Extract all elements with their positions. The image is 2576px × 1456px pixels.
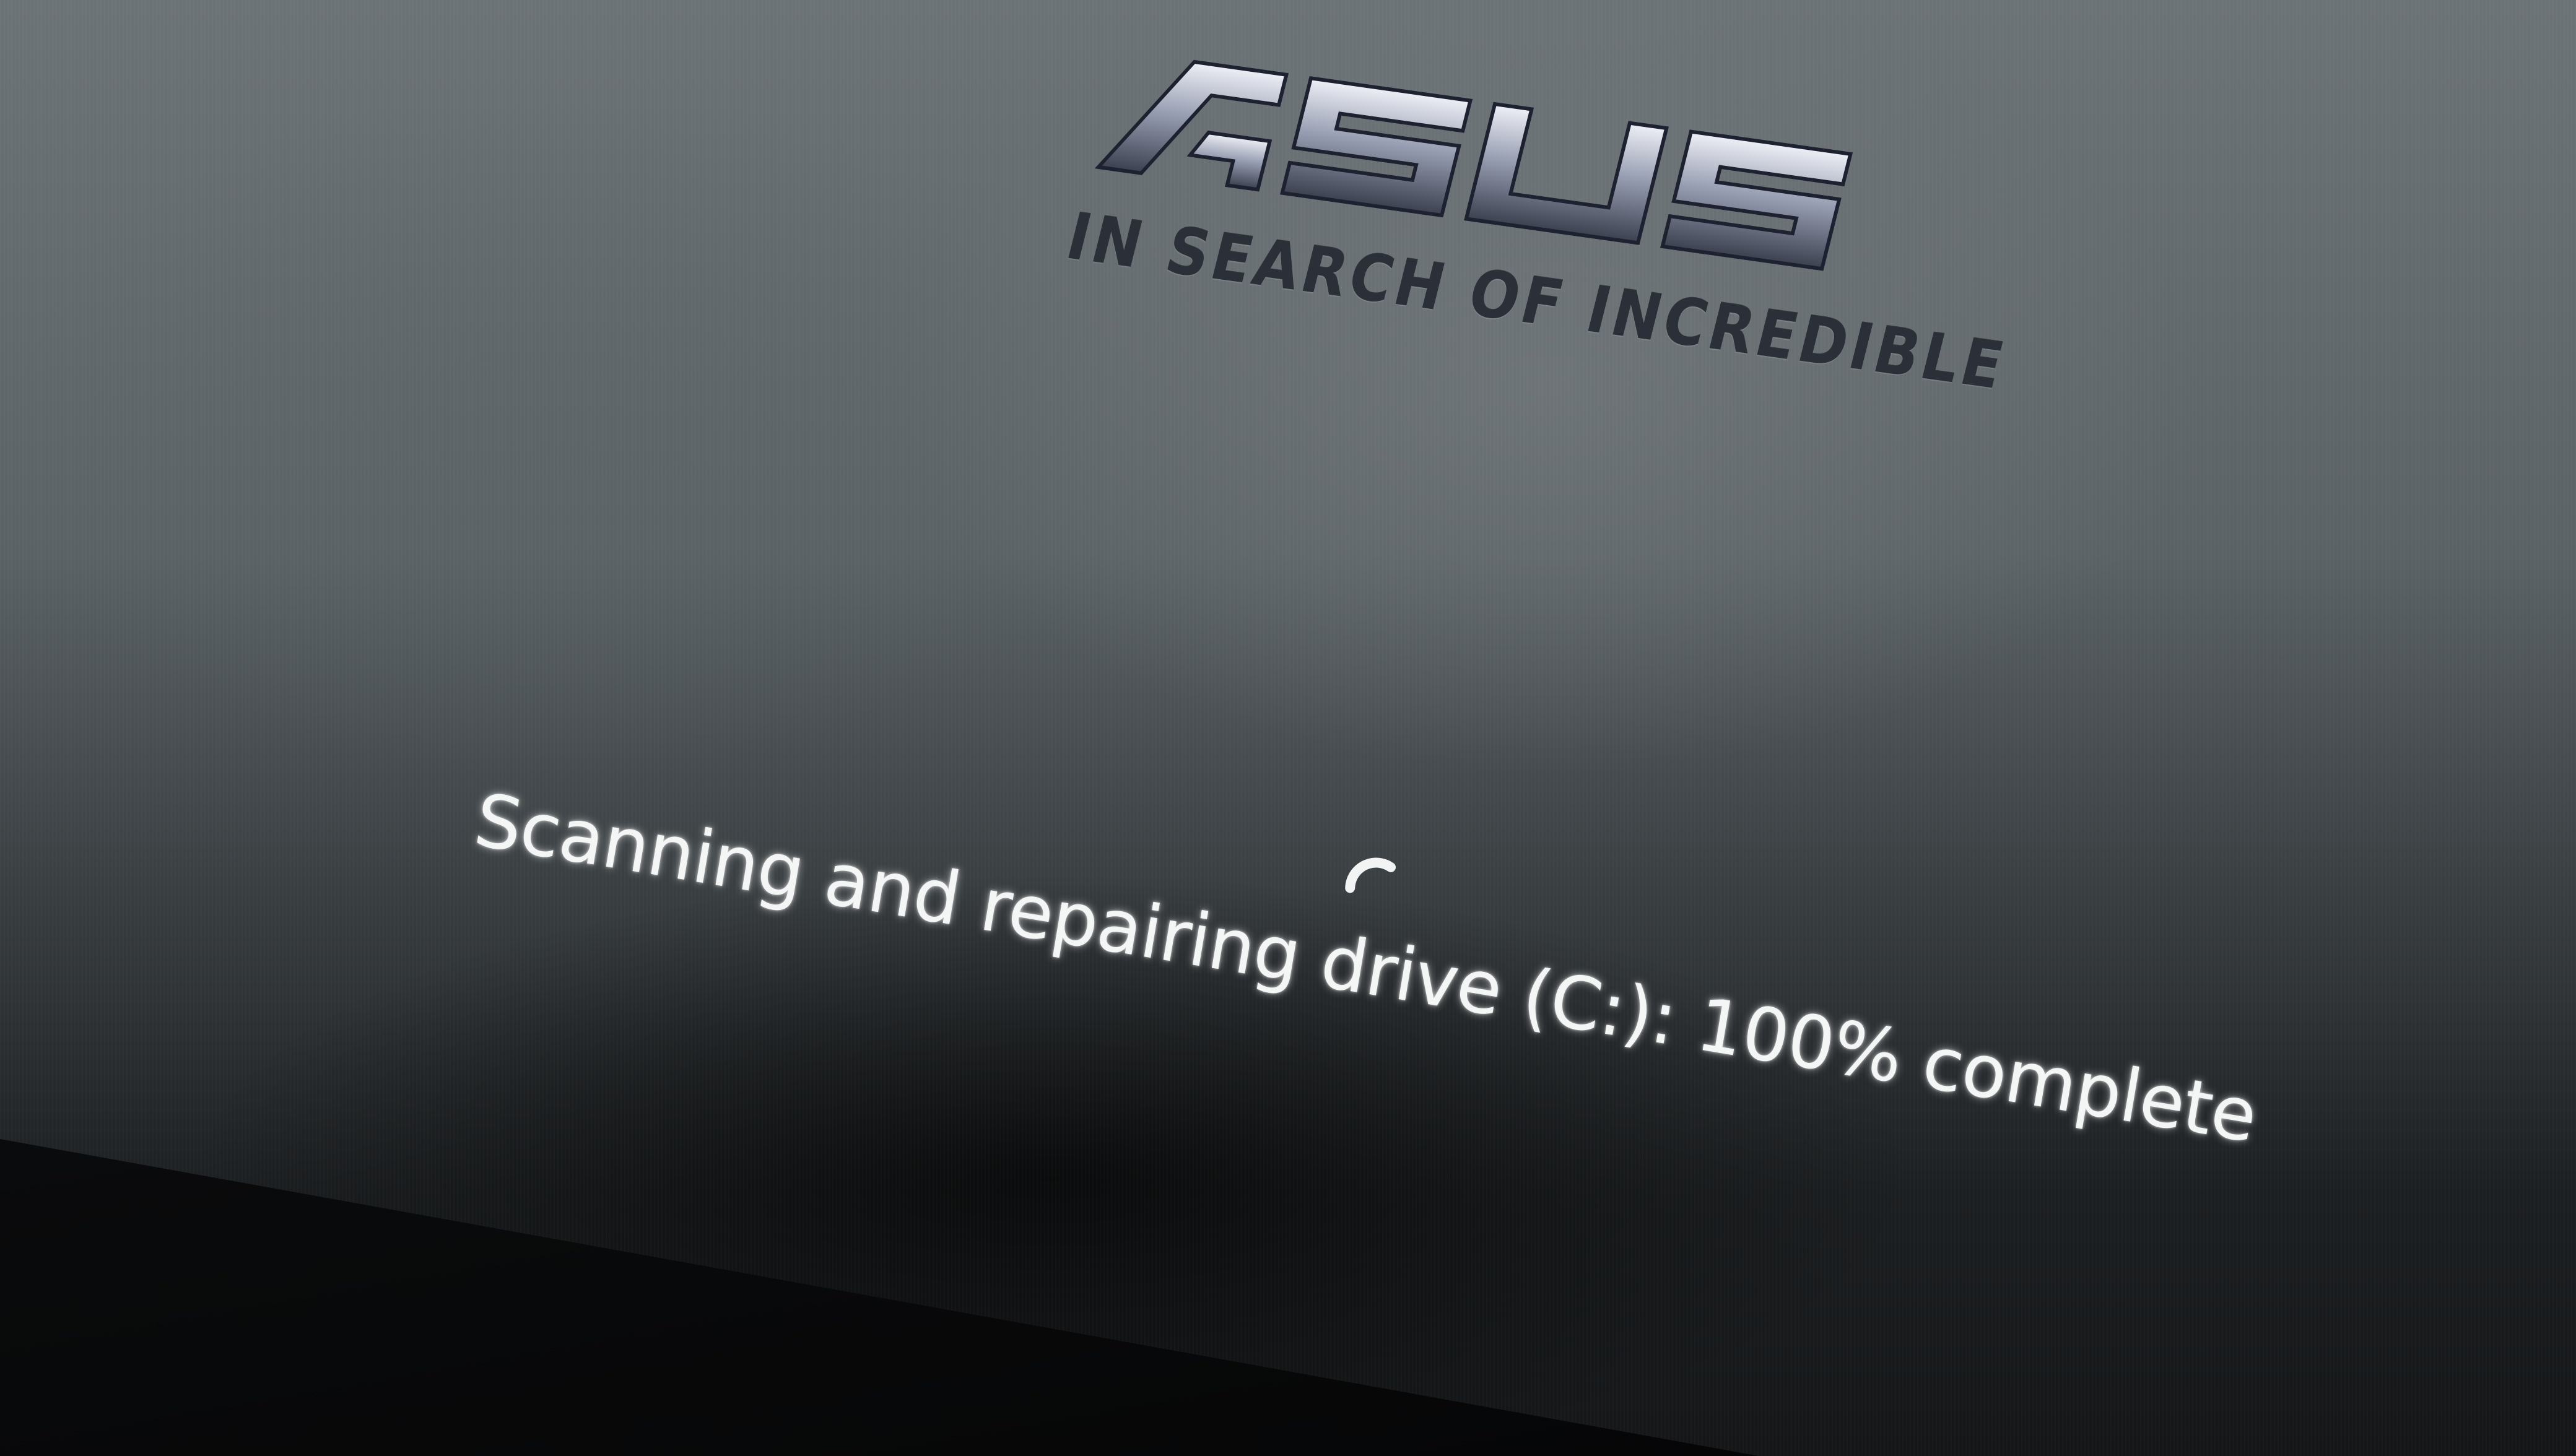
loading-spinner-icon: [1345, 857, 1396, 919]
photo-of-laptop-screen: IN SEARCH OF INCREDIBLE Scanning and rep…: [0, 0, 2576, 1456]
